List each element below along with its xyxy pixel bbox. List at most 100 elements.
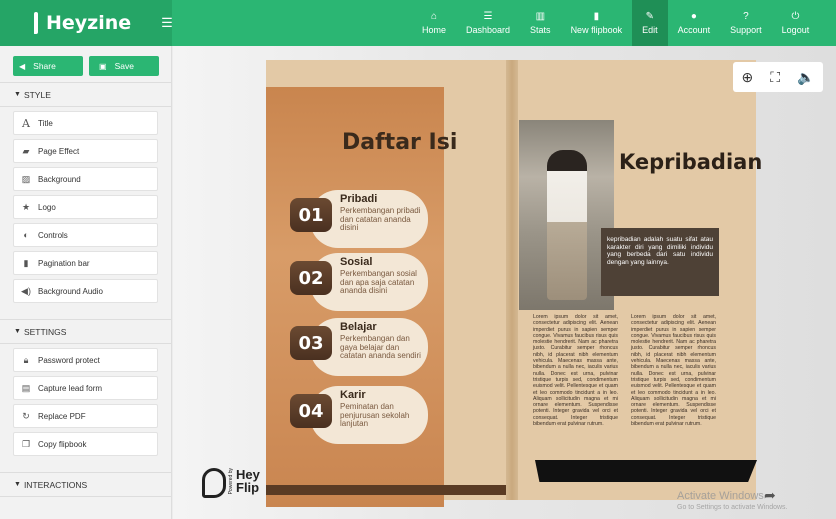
toc-item: 01 Pribadi Perkembangan pribadi dan cata…	[290, 190, 430, 248]
decorative-black-bar	[535, 460, 757, 482]
toc-description: Peminatan dan penjurusan sekolah lanjuta…	[340, 402, 410, 428]
share-button[interactable]: ◀ Share	[13, 56, 83, 76]
nav-stats[interactable]: ▥ Stats	[520, 0, 561, 46]
footer-logo-text: Hey Flip	[236, 468, 260, 494]
lock-icon: 🔒︎	[23, 354, 29, 365]
menu-controls[interactable]: ◐ Controls	[13, 223, 158, 247]
menu-label: Password protect	[38, 355, 100, 365]
watermark-title: Activate Windows	[677, 490, 764, 502]
toc-number: 03	[290, 326, 332, 360]
top-bar: Heyzine ☰ ⌂ Home ☰ Dashboard ▥ Stats ▮ New f…	[0, 0, 836, 46]
menu-title[interactable]: A Title	[13, 111, 158, 135]
book-spine	[506, 60, 518, 500]
nav-support[interactable]: ? Support	[720, 0, 772, 46]
sidebar: ◀ Share ▣ Save ▼ STYLE A Title ▰ Page Effect …	[0, 46, 172, 519]
portrait-photo	[519, 120, 614, 310]
save-button[interactable]: ▣ Save	[89, 56, 159, 76]
lorem-column-right: Lorem ipsum dolor sit amet, consectetur …	[631, 314, 716, 428]
bookmark-icon: ▮	[23, 257, 29, 268]
edit-icon: ✎	[645, 10, 655, 22]
copy-icon: ❐	[21, 438, 31, 449]
toc-number: 01	[290, 198, 332, 232]
nav-account[interactable]: ● Account	[668, 0, 721, 46]
toc-item: 02 Sosial Perkembangan sosial dan apa sa…	[290, 253, 430, 311]
menu-background-audio[interactable]: ◀) Background Audio	[13, 279, 158, 303]
logout-icon: ⏻	[791, 10, 800, 22]
book-icon: ▰	[22, 145, 30, 156]
main-nav: ⌂ Home ☰ Dashboard ▥ Stats ▮ New flipbook ✎ E…	[412, 0, 819, 46]
toc-heading: Belajar	[340, 321, 377, 333]
page-left[interactable]: Daftar Isi 01 Pribadi Perkembangan priba…	[266, 60, 511, 507]
menu-copy-flipbook[interactable]: ❐ Copy flipbook	[13, 432, 158, 456]
home-icon: ⌂	[430, 10, 438, 22]
nav-label: Stats	[530, 24, 551, 35]
share-label: Share	[33, 61, 56, 71]
toc-number: 04	[290, 394, 332, 428]
menu-label: Pagination bar	[38, 258, 90, 268]
fullscreen-icon[interactable]: ⛶	[770, 69, 780, 86]
zoom-in-icon[interactable]: ⊕	[742, 69, 754, 86]
toc-heading: Karir	[340, 389, 366, 401]
caret-down-icon: ▼	[14, 91, 21, 98]
page-right[interactable]: Kepribadian kepribadian adalah suatu sif…	[511, 60, 762, 500]
nav-label: Dashboard	[466, 24, 511, 35]
nav-home[interactable]: ⌂ Home	[412, 0, 456, 46]
toc-description: Perkembangan dan gaya belajar dan catata…	[340, 334, 421, 360]
menu-pagination-bar[interactable]: ▮ Pagination bar	[13, 251, 158, 275]
definition-box: kepribadian adalah suatu sifat atau kara…	[601, 228, 719, 296]
nav-edit[interactable]: ✎ Edit	[632, 0, 668, 46]
brand-name: Heyzine	[46, 12, 132, 34]
menu-label: Capture lead form	[38, 383, 103, 393]
menu-label: Copy flipbook	[38, 439, 87, 449]
nav-label: New flipbook	[570, 24, 623, 35]
flipbook[interactable]: Daftar Isi 01 Pribadi Perkembangan priba…	[266, 60, 762, 507]
watermark-subtitle: Go to Settings to activate Windows.	[677, 504, 788, 511]
stats-icon: ▥	[535, 10, 546, 22]
refresh-icon: ↻	[22, 410, 30, 421]
star-icon: ★	[21, 201, 31, 212]
menu-label: Controls	[38, 230, 68, 240]
sidebar-toggle-icon[interactable]: ☰	[161, 15, 173, 31]
caret-down-icon: ▼	[14, 481, 21, 488]
section-interactions-header[interactable]: ▼ INTERACTIONS	[0, 472, 171, 497]
menu-page-effect[interactable]: ▰ Page Effect	[13, 139, 158, 163]
menu-label: Page Effect	[38, 146, 80, 156]
sidebar-actions: ◀ Share ▣ Save	[0, 46, 171, 82]
menu-label: Background Audio	[38, 286, 103, 296]
section-style-header[interactable]: ▼ STYLE	[0, 82, 171, 107]
menu-capture-lead-form[interactable]: ▤ Capture lead form	[13, 376, 158, 400]
menu-logo[interactable]: ★ Logo	[13, 195, 158, 219]
page-heading: Kepribadian	[619, 150, 763, 174]
section-settings-header[interactable]: ▼ SETTINGS	[0, 319, 171, 344]
toc-item: 03 Belajar Perkembangan dan gaya belajar…	[290, 318, 430, 376]
section-title: INTERACTIONS	[23, 479, 88, 490]
menu-replace-pdf[interactable]: ↻ Replace PDF	[13, 404, 158, 428]
powered-by-label: Powered by	[228, 468, 234, 495]
person-figure	[547, 150, 587, 300]
toc-item: 04 Karir Peminatan dan penjurusan sekola…	[290, 386, 430, 444]
toc-title: Daftar Isi	[342, 130, 458, 155]
save-icon: ▣	[99, 61, 107, 71]
support-icon: ?	[743, 10, 749, 22]
brand[interactable]: Heyzine ☰	[0, 0, 173, 46]
heyzine-logo-icon	[34, 12, 38, 34]
nav-logout[interactable]: ⏻ Logout	[772, 0, 820, 46]
text-icon: A	[22, 116, 30, 130]
nav-label: Logout	[781, 24, 810, 35]
menu-background[interactable]: ▨ Background	[13, 167, 158, 191]
share-icon: ◀	[19, 61, 26, 71]
image-icon: ▨	[21, 173, 31, 184]
menu-password-protect[interactable]: 🔒︎ Password protect	[13, 348, 158, 372]
footer-logo: Powered by Hey Flip	[202, 468, 260, 498]
viewer-tools: ⊕ ⛶ 🔈	[733, 62, 823, 92]
toggle-icon: ◐	[23, 230, 29, 240]
sound-icon[interactable]: 🔈	[797, 69, 814, 86]
nav-new-flipbook[interactable]: ▮ New flipbook	[561, 0, 633, 46]
section-title: SETTINGS	[23, 326, 67, 337]
page-bottom-strip	[266, 485, 511, 495]
nav-dashboard[interactable]: ☰ Dashboard	[456, 0, 520, 46]
caret-down-icon: ▼	[14, 328, 21, 335]
volume-icon: ◀)	[21, 285, 31, 296]
menu-label: Background	[38, 174, 81, 184]
share-arrow-icon[interactable]: ➦	[764, 487, 776, 504]
